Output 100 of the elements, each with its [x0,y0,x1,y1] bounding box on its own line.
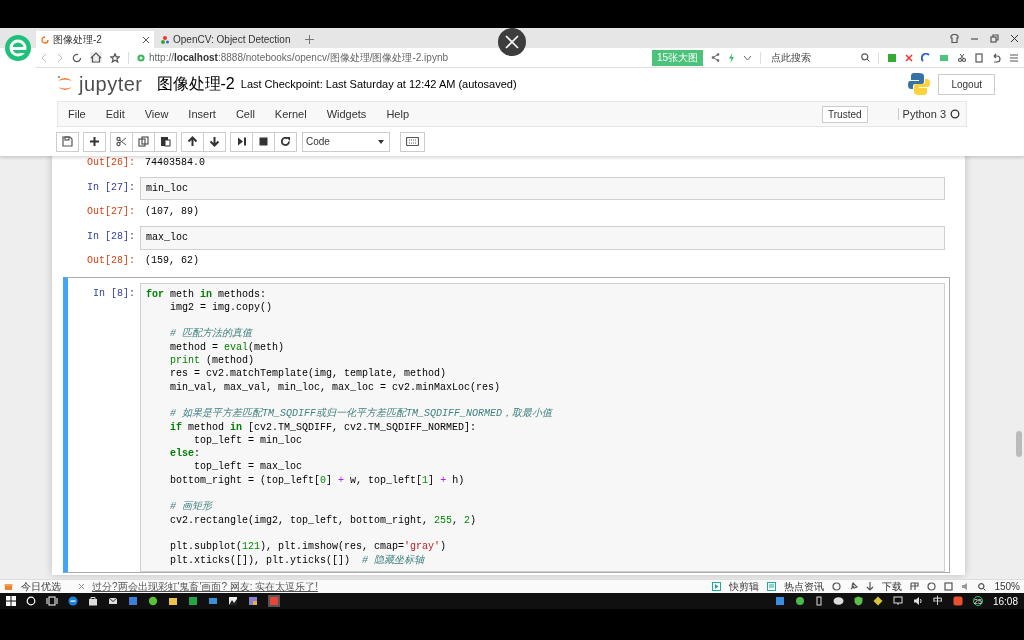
menu-item[interactable]: View [134,108,179,120]
phone-icon[interactable] [975,52,983,63]
stop-button[interactable] [252,131,275,152]
news-link[interactable]: 过分?两会出现彩虹'鬼畜'画面? 网友: 实在太逗乐了! [92,580,319,593]
restart-button[interactable] [274,131,297,152]
mail-icon[interactable] [108,596,118,606]
stop-icon [258,136,269,147]
output-prompt: Out[28]: [86,255,136,267]
download-icon[interactable] [866,582,875,591]
move-down-button[interactable] [203,131,226,152]
output-text: (159, 62) [144,255,199,267]
code-editor[interactable]: max_loc [140,226,945,250]
tray-icon[interactable] [774,596,785,606]
add-icon [89,136,100,147]
tray-icon[interactable] [794,596,805,606]
lightning-icon[interactable] [728,52,735,63]
add-button[interactable] [83,131,106,152]
tray-icon[interactable] [872,596,883,606]
zoom-level[interactable]: 150% [994,580,1020,593]
gift-icon [4,582,13,591]
scrollbar-thumb[interactable] [1016,431,1022,457]
download-label[interactable]: 下载 [882,580,903,593]
windows-start-icon[interactable] [6,596,16,606]
close-icon[interactable] [1010,33,1019,43]
chat-icon[interactable] [832,596,844,606]
news-icon [767,582,777,591]
address-url[interactable]: http://localhost:8888/notebooks/opencv/图像处理/图像处理-2.ipynb [149,50,449,65]
notebook-title[interactable]: 图像处理-2 [156,73,235,95]
command-palette-button[interactable] [400,131,425,152]
status-item[interactable]: 快剪辑 [729,580,760,593]
loading-icon [41,35,49,44]
shield-icon[interactable] [853,596,863,606]
clock-time[interactable]: 16:08 [992,595,1018,607]
chevron-down-icon[interactable] [743,54,752,61]
checkpoint-text: Last Checkpoint: Last Saturday at 12:42 AM (autosaved) [240,78,517,90]
app-icon[interactable] [248,596,258,606]
output-prompt: Out[27]: [86,205,136,217]
menu-item[interactable]: Help [376,108,419,120]
kernel-name[interactable]: Python 3 [897,108,946,120]
restore-icon[interactable] [990,33,999,43]
output-text: 74403584.0 [144,156,205,168]
output-text: (107, 89) [144,205,199,217]
shield-icon [137,53,145,62]
zoom-icon[interactable] [978,582,987,591]
browser-icon[interactable] [68,596,78,606]
reload-icon[interactable] [72,52,82,63]
menu-item[interactable]: Kernel [264,108,317,120]
folder-icon[interactable] [168,596,178,606]
task-view-icon[interactable] [46,596,58,606]
run-icon [236,136,247,147]
menu-item[interactable]: Edit [95,108,135,120]
cut-button[interactable] [110,131,133,152]
share-icon[interactable] [711,53,720,62]
output-prompt: Out[26]: [86,156,136,168]
browser-tab[interactable]: OpenCV: Object Detection [156,31,296,48]
save-icon [62,136,73,147]
status-item[interactable]: 热点资讯 [784,580,825,593]
menu-item[interactable]: Insert [178,108,226,120]
kernel-idle-icon [950,109,960,119]
close-icon[interactable] [143,36,149,43]
copy-icon [138,136,149,147]
undo-icon[interactable] [991,52,1001,63]
network-icon[interactable] [892,596,903,606]
search-icon[interactable] [861,53,870,62]
code-cell[interactable]: In [28]: max_loc [63,220,950,251]
image-icon[interactable] [228,596,238,606]
menu-item[interactable]: File [58,108,96,120]
code-cell[interactable]: In [27]: min_loc [63,171,950,202]
input-method-indicator[interactable]: 中 [932,594,943,608]
close-icon[interactable] [498,28,526,56]
browser-logo-icon [4,34,32,62]
menu-item[interactable]: Widgets [316,108,377,120]
sogou-icon[interactable] [952,596,963,606]
move-up-button[interactable] [181,131,204,152]
usb-icon[interactable] [814,596,823,606]
opencv-icon [161,35,169,44]
paste-button[interactable] [154,131,177,152]
store-bag-icon[interactable] [88,596,98,606]
extension-icon[interactable] [887,52,897,63]
trusted-button[interactable]: Trusted [822,105,868,123]
run-button[interactable] [230,131,253,152]
logout-button[interactable]: Logout [938,73,995,95]
code-editor[interactable]: for meth in methods: img2 = img.copy() # 匹配方法的真值 method = eval(meth) print (method) res = cv2.matchTemplate(img, template, method) min_val, max_val, min_loc, max_loc = cv2.minMaxLoc(res) # 如果是平方差匹配TM_SQDIFF或归一化平方差匹配TM_SQDIFF_NORMED，取最小值 if method in [cv2.TM_SQDIFF, cv2.TM_SQDIFF_NORMED]: top_left = min_loc else: top_left = max_loc bottom_right = (top_left[0] + w, top_left[1] + h) # 画矩形 cv2.rectangle(img2, top_left, bottom_right, 255, 2) plt.subplot(121), plt.imshow(res, cmap='gray') plt.xticks([]), plt.yticks([]) # 隐藏坐标轴 [140,282,945,572]
save-button[interactable] [56,131,79,152]
home-icon[interactable] [90,52,102,63]
shirt-icon[interactable] [950,33,959,43]
browser-tab[interactable]: 图像处理-2 [36,31,154,48]
menu-item[interactable]: Cell [225,108,265,120]
copy-button[interactable] [132,131,155,152]
volume-icon[interactable] [912,596,923,606]
code-editor[interactable]: min_loc [140,177,945,201]
recommend-label[interactable]: 今日优选 [21,580,61,593]
extension-icon[interactable] [921,52,931,63]
cell-type-dropdown[interactable]: Code [302,131,390,152]
new-tab-icon[interactable] [305,35,315,44]
star-icon[interactable] [110,52,120,63]
close-mark-icon[interactable] [905,53,913,62]
caret-icon [378,139,384,144]
window-icon[interactable] [944,582,954,591]
scissors-icon[interactable] [957,52,967,63]
